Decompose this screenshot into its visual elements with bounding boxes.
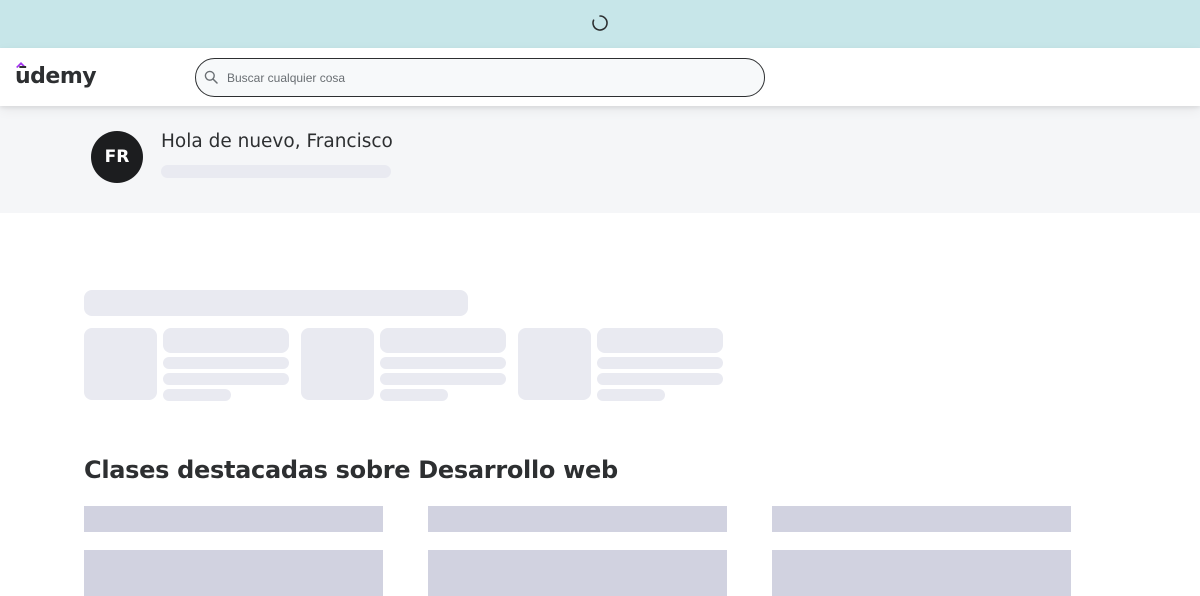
featured-section-title: Clases destacadas sobre Desarrollo web [84,456,618,484]
skeleton-thumbnail [84,328,157,400]
skeleton-thumbnail [518,328,591,400]
skeleton-title-line [380,328,506,353]
greeting-heading: Hola de nuevo, Francisco [161,131,393,152]
search-input[interactable] [225,59,745,96]
avatar[interactable]: FR [91,131,143,183]
skeleton-text-line-short [380,389,448,401]
loading-spinner-icon [592,15,608,31]
loading-bar [0,0,1200,48]
skeleton-card-header [772,506,1071,532]
skeleton-card-header [84,506,383,532]
skeleton-text-line [163,357,289,369]
udemy-logo[interactable]: ūdemy [15,62,97,94]
skeleton-text-line [597,357,723,369]
skeleton-text-line [380,357,506,369]
search-icon[interactable] [204,70,218,84]
skeleton-title-line [597,328,723,353]
logo-text: ūdemy [15,64,97,89]
welcome-banner: FR Hola de nuevo, Francisco [0,106,1200,213]
skeleton-greeting-subtitle [161,165,391,178]
skeleton-text-line [163,373,289,385]
skeleton-text-line [597,373,723,385]
skeleton-card-header [428,506,727,532]
skeleton-section-heading [84,290,468,316]
skeleton-card-image [428,550,727,596]
search-bar[interactable] [195,58,765,97]
header: ūdemy [0,48,1200,106]
skeleton-thumbnail [301,328,374,400]
skeleton-text-line [380,373,506,385]
skeleton-text-line-short [597,389,665,401]
skeleton-card-image [772,550,1071,596]
skeleton-card-image [84,550,383,596]
skeleton-title-line [163,328,289,353]
skeleton-text-line-short [163,389,231,401]
